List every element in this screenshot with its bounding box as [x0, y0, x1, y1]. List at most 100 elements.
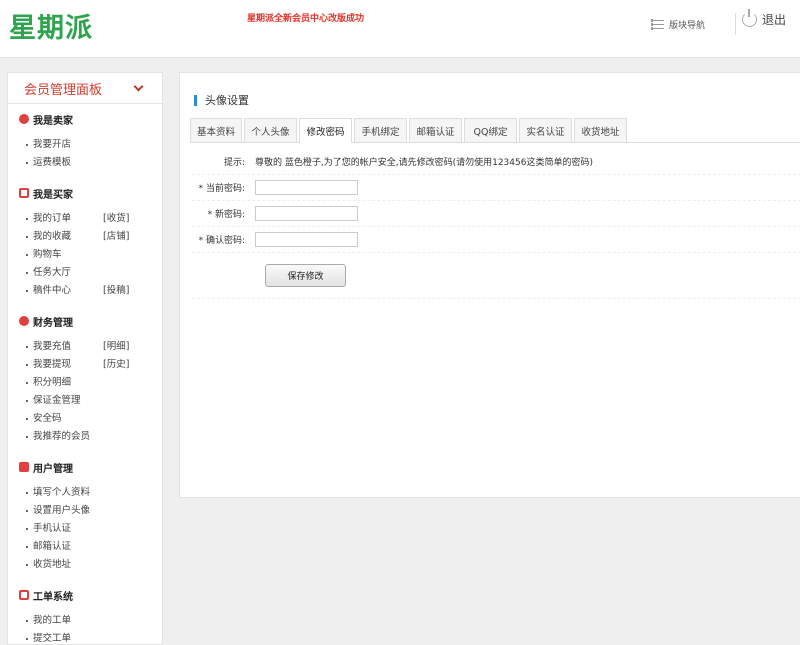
new-password-row: * 新密码: — [192, 201, 800, 227]
sidebar-group-head: 工单系统 — [8, 586, 162, 604]
seller-icon — [19, 114, 29, 124]
sidebar-item[interactable]: 邮箱认证 — [8, 536, 162, 554]
bullet-icon — [26, 564, 28, 566]
tip-row: 提示: 尊敬的 蓝色橙子,为了您的帐户安全,请先修改密码(请勿使用123456这… — [192, 149, 800, 175]
sidebar-item[interactable]: 积分明细 — [8, 372, 162, 390]
bullet-icon — [26, 400, 28, 402]
tab-item[interactable]: 基本资料 — [190, 118, 242, 142]
sidebar-item[interactable]: 我要开店 — [8, 134, 162, 152]
sidebar-group-head: 用户管理 — [8, 458, 162, 476]
confirm-password-input[interactable] — [255, 232, 358, 247]
sidebar-item-extra-link[interactable]: [历史] — [103, 356, 129, 370]
save-button[interactable]: 保存修改 — [265, 264, 346, 287]
bullet-icon — [26, 546, 28, 548]
current-password-input[interactable] — [255, 180, 358, 195]
tab-item[interactable]: 实名认证 — [519, 118, 572, 142]
sidebar-item[interactable]: 任务大厅 — [8, 262, 162, 280]
bullet-icon — [26, 236, 28, 238]
settings-tabs: 基本资料个人头像修改密码手机绑定邮箱认证QQ绑定实名认证收货地址 — [190, 118, 800, 143]
bullet-icon — [26, 272, 28, 274]
bullet-icon — [26, 528, 28, 530]
sidebar-group-title: 工单系统 — [33, 588, 73, 603]
site-logo[interactable]: 星期派 — [9, 6, 93, 45]
sidebar-item[interactable]: 安全码 — [8, 408, 162, 426]
sidebar-item-label: 邮箱认证 — [33, 538, 103, 552]
block-nav-button[interactable]: 版块导航 — [651, 13, 736, 35]
sidebar-group-title: 我是卖家 — [33, 112, 73, 127]
sidebar-group-head: 财务管理 — [8, 312, 162, 330]
sidebar-item-label: 提交工单 — [33, 630, 103, 644]
bullet-icon — [26, 364, 28, 366]
sidebar-item-label: 运费模板 — [33, 154, 103, 168]
sidebar-item-extra-link[interactable]: [明细] — [103, 338, 129, 352]
sidebar-item[interactable]: 提交工单 — [8, 628, 162, 645]
bullet-icon — [26, 218, 28, 220]
sidebar-item-label: 我要充值 — [33, 338, 103, 352]
main-panel: 头像设置 基本资料个人头像修改密码手机绑定邮箱认证QQ绑定实名认证收货地址 提示… — [179, 72, 800, 498]
sidebar-item[interactable]: 填写个人资料 — [8, 482, 162, 500]
sidebar-item-label: 稿件中心 — [33, 282, 103, 296]
bullet-icon — [26, 162, 28, 164]
tab-item[interactable]: 邮箱认证 — [409, 118, 462, 142]
sidebar-item[interactable]: 手机认证 — [8, 518, 162, 536]
sidebar-item-label: 安全码 — [33, 410, 103, 424]
tab-item[interactable]: 个人头像 — [244, 118, 297, 142]
sidebar-item-label: 我的收藏 — [33, 228, 103, 242]
confirm-password-row: * 确认密码: — [192, 227, 800, 253]
page-title: 头像设置 — [194, 92, 249, 108]
new-password-input[interactable] — [255, 206, 358, 221]
sidebar-title[interactable]: 会员管理面板 — [8, 73, 162, 104]
sidebar-item[interactable]: 购物车 — [8, 244, 162, 262]
sidebar-item-label: 设置用户头像 — [33, 502, 103, 516]
sidebar-item-extra-link[interactable]: [投稿] — [103, 282, 129, 296]
sidebar-group-title: 用户管理 — [33, 460, 73, 475]
sidebar-item-label: 任务大厅 — [33, 264, 103, 278]
submit-row: 保存修改 — [192, 253, 800, 299]
sidebar-item[interactable]: 我的收藏[店铺] — [8, 226, 162, 244]
bullet-icon — [26, 436, 28, 438]
ticket-icon — [19, 590, 29, 600]
sidebar-item[interactable]: 运费模板 — [8, 152, 162, 170]
change-password-form: 提示: 尊敬的 蓝色橙子,为了您的帐户安全,请先修改密码(请勿使用123456这… — [192, 149, 800, 299]
current-password-row: * 当前密码: — [192, 175, 800, 201]
sidebar-item[interactable]: 我的订单[收货] — [8, 208, 162, 226]
sidebar-item-label: 保证金管理 — [33, 392, 103, 406]
sidebar-item-label: 我要开店 — [33, 136, 103, 150]
sidebar-item[interactable]: 收货地址 — [8, 554, 162, 572]
sidebar-item[interactable]: 我要提现[历史] — [8, 354, 162, 372]
sidebar-item-label: 购物车 — [33, 246, 103, 260]
new-password-label: * 新密码: — [192, 207, 255, 220]
tab-item[interactable]: 收货地址 — [574, 118, 627, 142]
sidebar-item[interactable]: 设置用户头像 — [8, 500, 162, 518]
tab-item[interactable]: QQ绑定 — [464, 118, 517, 142]
sidebar-item[interactable]: 我要充值[明细] — [8, 336, 162, 354]
logout-button[interactable]: 退出 — [742, 11, 786, 28]
sidebar-item-label: 收货地址 — [33, 556, 103, 570]
bullet-icon — [26, 620, 28, 622]
sidebar-item[interactable]: 我的工单 — [8, 610, 162, 628]
tab-item[interactable]: 修改密码 — [299, 118, 352, 143]
sidebar-item-extra-link[interactable]: [收货] — [103, 210, 129, 224]
page-title-label: 头像设置 — [205, 92, 249, 108]
sidebar-item[interactable]: 稿件中心[投稿] — [8, 280, 162, 298]
sidebar-item[interactable]: 我推荐的会员 — [8, 426, 162, 444]
sidebar-item-label: 我推荐的会员 — [33, 428, 103, 442]
sidebar-item-label: 我要提现 — [33, 356, 103, 370]
logout-label: 退出 — [762, 11, 786, 28]
sidebar-item-label: 我的订单 — [33, 210, 103, 224]
tip-label: 提示: — [192, 155, 255, 168]
confirm-password-label: * 确认密码: — [192, 233, 255, 246]
sidebar-item-label: 积分明细 — [33, 374, 103, 388]
finance-icon — [19, 316, 29, 326]
sidebar-group-head: 我是卖家 — [8, 110, 162, 128]
top-header: 星期派 星期派全新会员中心改版成功 版块导航 退出 — [0, 0, 800, 58]
sidebar-item[interactable]: 保证金管理 — [8, 390, 162, 408]
sidebar-item-label: 手机认证 — [33, 520, 103, 534]
block-nav-label: 版块导航 — [669, 18, 705, 31]
chevron-down-icon — [134, 82, 144, 92]
tab-item[interactable]: 手机绑定 — [354, 118, 407, 142]
bullet-icon — [26, 510, 28, 512]
tip-text: 尊敬的 蓝色橙子,为了您的帐户安全,请先修改密码(请勿使用123456这类简单的… — [255, 155, 593, 168]
divider — [735, 13, 736, 35]
sidebar-item-extra-link[interactable]: [店铺] — [103, 228, 129, 242]
